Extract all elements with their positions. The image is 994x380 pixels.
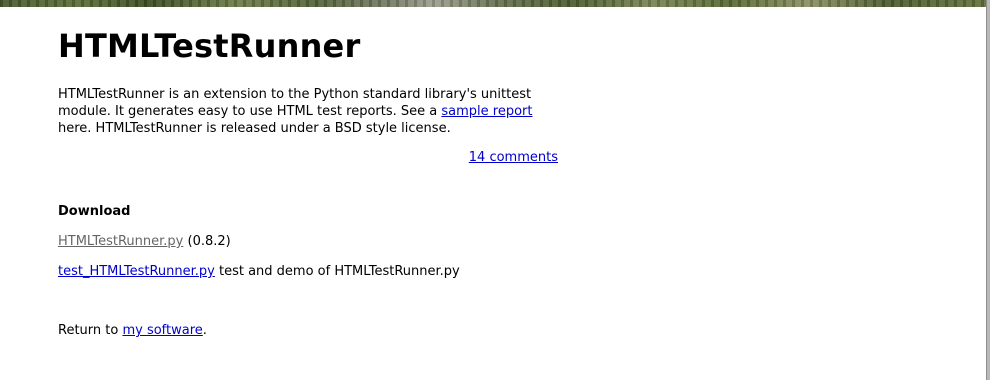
sample-report-link[interactable]: sample report <box>441 104 532 119</box>
download-item-version: (0.8.2) <box>183 234 231 249</box>
htmltestrunner-py-link[interactable]: HTMLTestRunner.py <box>58 234 183 249</box>
page-title: HTMLTestRunner <box>58 27 361 65</box>
intro-text-after-link: here. HTMLTestRunner is released under a… <box>58 121 451 136</box>
window-right-border <box>986 0 990 380</box>
download-heading: Download <box>58 204 131 219</box>
comments-link[interactable]: 14 comments <box>469 150 558 165</box>
test-htmltestrunner-py-link[interactable]: test_HTMLTestRunner.py <box>58 264 215 279</box>
return-prefix: Return to <box>58 323 123 338</box>
main-content: HTMLTestRunner HTMLTestRunner is an exte… <box>58 28 558 339</box>
intro-paragraph: HTMLTestRunner is an extension to the Py… <box>58 86 558 137</box>
download-item-description: test and demo of HTMLTestRunner.py <box>214 264 460 279</box>
header-banner-image <box>0 0 986 7</box>
return-line: Return to my software. <box>58 322 558 339</box>
my-software-link[interactable]: my software <box>122 323 202 338</box>
download-item: HTMLTestRunner.py (0.8.2) <box>58 233 558 250</box>
download-item: test_HTMLTestRunner.py test and demo of … <box>58 263 558 280</box>
comments-row: 14 comments <box>58 149 558 166</box>
return-suffix: . <box>202 323 207 338</box>
